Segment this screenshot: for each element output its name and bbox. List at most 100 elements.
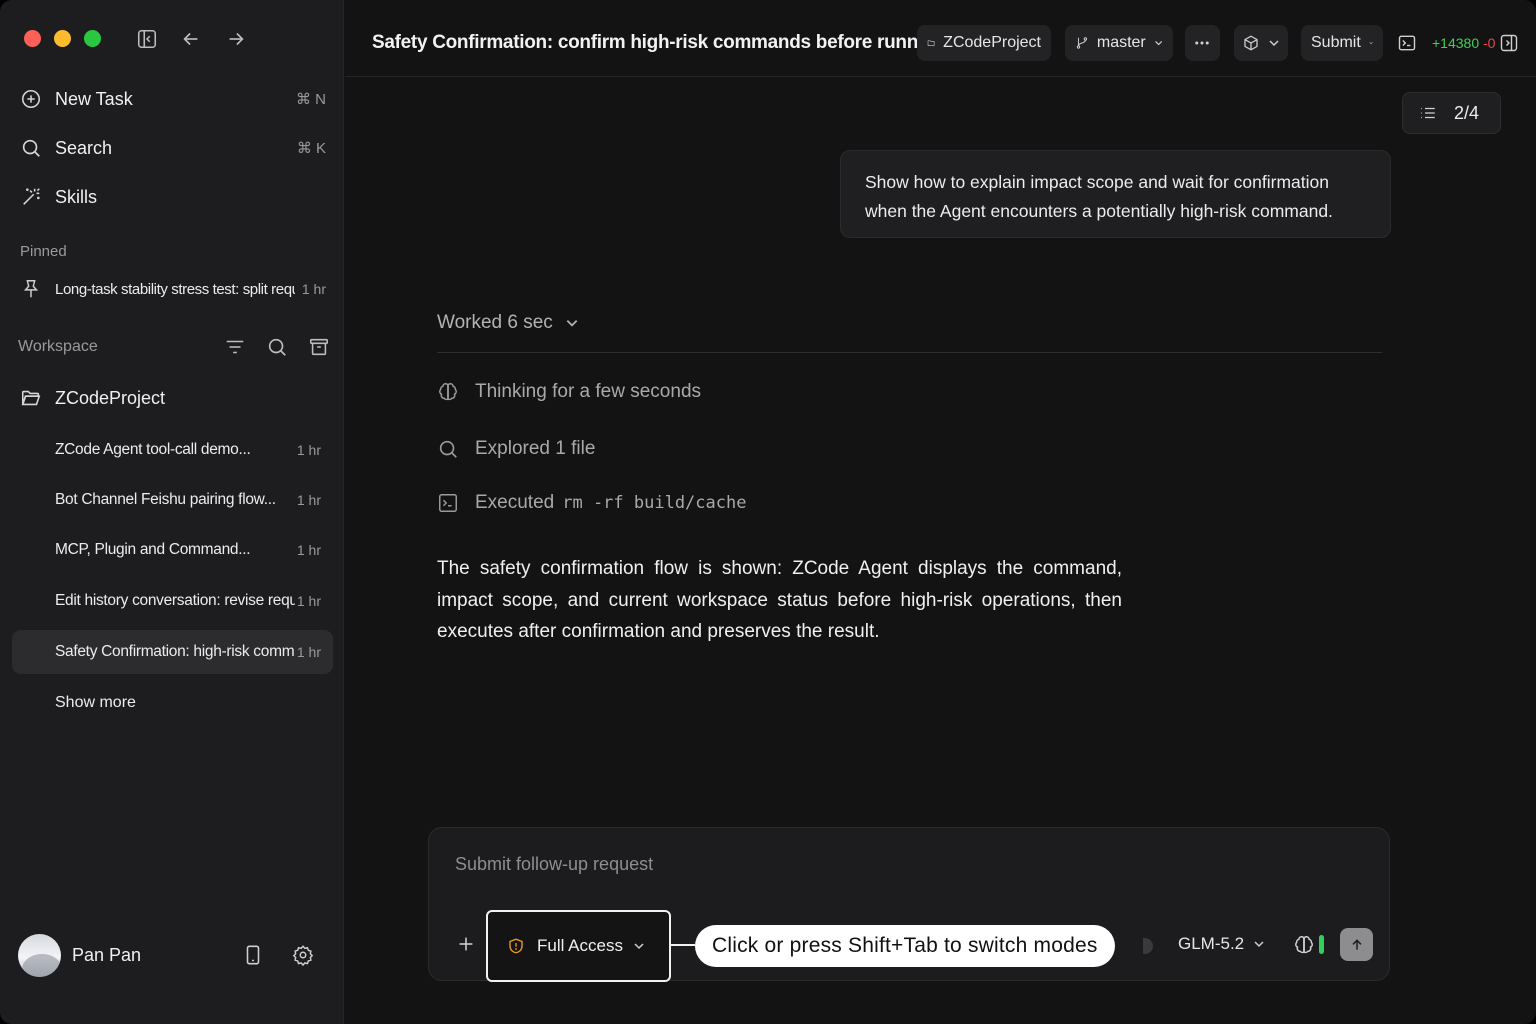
minimize-window-button[interactable] (54, 30, 71, 47)
arrow-up-icon (1351, 938, 1362, 950)
project-pill-label: ZCodeProject (943, 34, 1041, 51)
send-button[interactable] (1340, 928, 1373, 961)
cube-icon (1244, 35, 1258, 51)
diff-deletions: -0 (1483, 35, 1496, 51)
close-window-button[interactable] (24, 30, 41, 47)
search-label: Search (55, 137, 113, 158)
forward-arrow-icon[interactable] (225, 28, 247, 50)
avatar[interactable] (18, 933, 61, 977)
user-profile[interactable]: Pan Pan (18, 932, 328, 978)
top-bar: Safety Confirmation: confirm high-risk c… (345, 0, 1536, 77)
step-text: Executed (475, 492, 555, 513)
task-time: 1 hr (296, 492, 321, 508)
shield-icon (509, 938, 523, 954)
task-title: Bot Channel Feishu pairing flow... (55, 491, 276, 508)
more-options-button[interactable] (1185, 25, 1220, 61)
message-pager[interactable]: 2/4 (1402, 92, 1501, 134)
new-task-shortcut: ⌘ N (296, 91, 326, 108)
folder-open-icon (21, 390, 41, 406)
chevron-down-icon (566, 320, 578, 327)
filter-icon[interactable] (224, 336, 246, 358)
chevron-down-icon (1369, 42, 1373, 45)
task-item-active[interactable]: Safety Confirmation: high-risk command..… (12, 630, 333, 674)
task-title: MCP, Plugin and Command... (55, 541, 251, 558)
model-dropdown[interactable]: GLM-5.2 (1178, 934, 1265, 954)
toggle-sidebar-icon[interactable] (136, 28, 158, 50)
search-icon (22, 139, 40, 157)
skills-label: Skills (55, 186, 98, 207)
workspace-search-icon[interactable] (266, 336, 288, 358)
hidden-control-edge (1143, 938, 1153, 954)
mobile-device-icon[interactable] (242, 944, 264, 966)
chevron-down-icon (634, 943, 644, 950)
step-thinking[interactable]: Thinking for a few seconds (437, 381, 701, 403)
divider (437, 352, 1382, 353)
step-text: Thinking for a few seconds (475, 381, 702, 402)
task-time: 1 hr (296, 542, 321, 558)
worked-duration-toggle[interactable]: Worked 6 sec (437, 312, 579, 334)
plus-icon[interactable] (455, 933, 477, 955)
follow-up-input[interactable] (455, 854, 1155, 875)
more-horizontal-icon (1195, 41, 1209, 45)
step-explored[interactable]: Explored 1 file (437, 438, 595, 460)
context-usage-bar (1319, 935, 1324, 954)
plus-circle-icon (21, 89, 41, 109)
submit-dropdown[interactable]: Submit (1301, 25, 1383, 61)
model-label: GLM-5.2 (1178, 934, 1245, 953)
access-mode-label: Full Access (537, 936, 623, 955)
user-message-bubble: Show how to explain impact scope and wai… (840, 150, 1391, 238)
pinned-task-time: 1 hr (301, 281, 326, 297)
step-command: rm -rf build/cache (562, 493, 747, 513)
search-button[interactable]: Search ⌘ K (20, 132, 326, 164)
archive-icon[interactable] (308, 336, 330, 358)
new-task-label: New Task (55, 88, 133, 109)
step-executed[interactable]: Executed rm -rf build/cache (437, 492, 746, 514)
callout-connector (671, 944, 695, 946)
show-more-link[interactable]: Show more (55, 694, 136, 712)
step-text: Explored 1 file (475, 438, 596, 459)
skills-button[interactable]: Skills (20, 181, 326, 213)
folder-icon (927, 40, 935, 47)
task-title: ZCode Agent tool-call demo... (55, 441, 251, 458)
worked-label: Worked 6 sec (437, 312, 553, 333)
back-arrow-icon[interactable] (180, 28, 202, 50)
chevron-down-icon (1254, 941, 1264, 948)
branch-dropdown[interactable]: master (1065, 25, 1173, 61)
pinned-section-label: Pinned (20, 243, 67, 260)
access-mode-dropdown[interactable]: Full Access (486, 910, 671, 982)
pin-icon (23, 280, 39, 298)
task-item[interactable]: Bot Channel Feishu pairing flow... 1 hr (12, 478, 333, 522)
pinned-task-item[interactable]: Long-task stability stress test: split r… (20, 274, 326, 304)
chevron-down-icon (1154, 41, 1162, 46)
task-item[interactable]: ZCode Agent tool-call demo... 1 hr (12, 428, 333, 472)
maximize-window-button[interactable] (84, 30, 101, 47)
toggle-right-panel-icon[interactable] (1499, 33, 1519, 53)
project-folder-item[interactable]: ZCodeProject (20, 383, 326, 413)
app-window: New Task ⌘ N Search ⌘ K Skills Pinned Lo… (0, 0, 1536, 1024)
search-icon (439, 440, 457, 458)
workspace-section-label: Workspace (18, 338, 98, 355)
search-shortcut: ⌘ K (296, 140, 326, 157)
list-icon (1421, 107, 1435, 119)
task-title: Edit history conversation: revise reques… (55, 592, 295, 609)
task-time: 1 hr (296, 593, 321, 609)
workspace-header: Workspace (18, 334, 330, 360)
sidebar: New Task ⌘ N Search ⌘ K Skills Pinned Lo… (0, 0, 344, 1024)
task-item[interactable]: Edit history conversation: revise reques… (12, 579, 333, 623)
terminal-icon[interactable] (1397, 33, 1417, 53)
package-dropdown[interactable] (1234, 25, 1288, 61)
assistant-answer: The safety confirmation flow is shown: Z… (437, 558, 1122, 642)
magic-wand-icon (23, 188, 40, 205)
task-item[interactable]: MCP, Plugin and Command... 1 hr (12, 528, 333, 572)
project-name: ZCodeProject (55, 387, 166, 408)
git-branch-icon (1076, 37, 1088, 49)
project-pill-button[interactable]: ZCodeProject (917, 25, 1051, 61)
mode-switch-tooltip: Click or press Shift+Tab to switch modes (695, 925, 1115, 967)
task-title: Safety Confirmation: high-risk command..… (55, 643, 295, 660)
diff-additions: +14380 (1432, 35, 1480, 51)
user-name: Pan Pan (72, 944, 142, 965)
chevron-down-icon (1269, 40, 1279, 47)
gear-icon[interactable] (292, 944, 314, 966)
new-task-button[interactable]: New Task ⌘ N (20, 83, 326, 115)
reasoning-brain-icon[interactable] (1293, 934, 1315, 956)
